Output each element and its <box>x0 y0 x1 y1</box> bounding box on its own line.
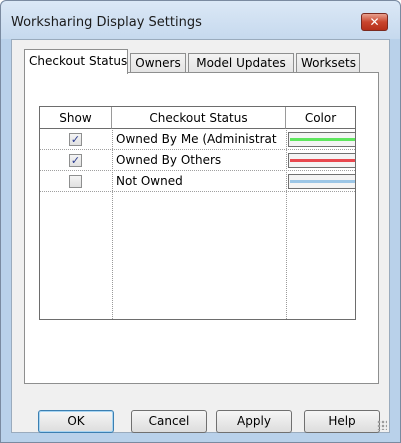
dialog-title: Worksharing Display Settings <box>11 15 202 30</box>
checkout-status-label: Not Owned <box>116 174 183 188</box>
show-checkbox[interactable] <box>69 175 82 188</box>
table-row[interactable]: Not Owned <box>40 171 355 192</box>
dialog-client-area: Checkout Status Owners Model Updates Wor… <box>11 39 390 433</box>
column-header-show[interactable]: Show <box>40 107 112 129</box>
apply-button[interactable]: Apply <box>216 410 292 433</box>
ok-button[interactable]: OK <box>38 410 114 433</box>
tab-checkout-status[interactable]: Checkout Status <box>24 49 128 74</box>
color-swatch[interactable] <box>288 153 355 168</box>
checkout-status-label: Owned By Others <box>116 153 222 167</box>
checkout-status-grid: Show Checkout Status Color ✓ Owned By Me… <box>39 106 356 320</box>
tab-owners[interactable]: Owners <box>130 53 186 73</box>
color-swatch[interactable] <box>288 174 355 189</box>
color-swatch[interactable] <box>288 132 355 147</box>
dialog-window: Worksharing Display Settings ✕ Checkout … <box>0 0 401 443</box>
help-button[interactable]: Help <box>304 410 380 433</box>
table-row[interactable]: ✓ Owned By Others <box>40 150 355 171</box>
resize-grip-icon[interactable] <box>377 420 387 430</box>
tab-model-updates[interactable]: Model Updates <box>188 53 294 73</box>
show-checkbox[interactable]: ✓ <box>69 154 82 167</box>
color-cell[interactable] <box>286 171 355 191</box>
color-cell[interactable] <box>286 150 355 170</box>
tab-worksets[interactable]: Worksets <box>296 53 360 73</box>
table-row[interactable]: ✓ Owned By Me (Administrat <box>40 129 355 150</box>
column-header-color[interactable]: Color <box>286 107 355 129</box>
color-cell[interactable] <box>286 129 355 149</box>
column-header-checkout-status[interactable]: Checkout Status <box>112 107 286 129</box>
cancel-button[interactable]: Cancel <box>131 410 207 433</box>
close-icon[interactable]: ✕ <box>361 13 388 31</box>
title-bar[interactable]: Worksharing Display Settings ✕ <box>1 1 400 39</box>
checkout-status-label: Owned By Me (Administrat <box>116 132 277 146</box>
show-checkbox[interactable]: ✓ <box>69 133 82 146</box>
